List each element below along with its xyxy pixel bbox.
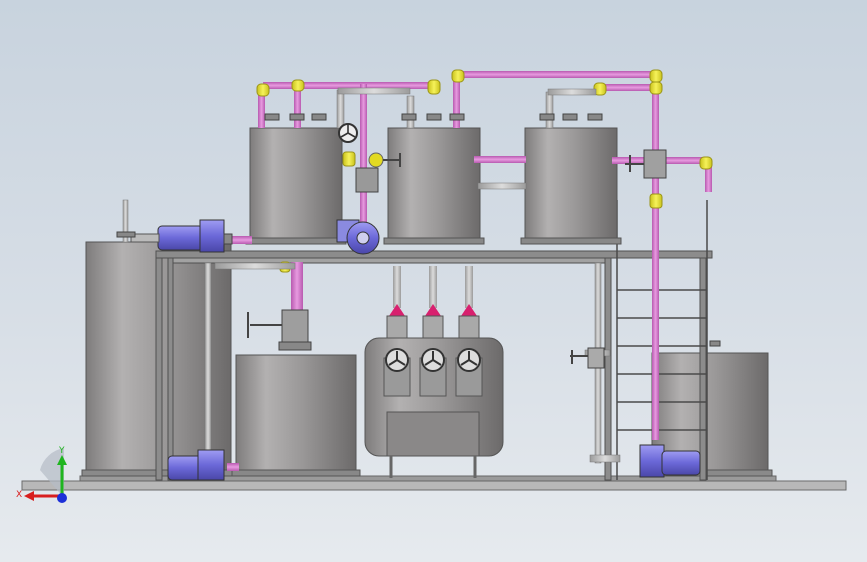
base-skid[interactable] bbox=[21, 475, 847, 491]
lower-tank[interactable] bbox=[231, 354, 361, 477]
cad-viewport[interactable]: Y X bbox=[0, 0, 867, 562]
z-axis-dot bbox=[57, 493, 67, 503]
gate-valve-lower[interactable] bbox=[247, 309, 312, 351]
filter-nozzle-2[interactable] bbox=[419, 266, 447, 397]
coordinate-triad: Y X bbox=[16, 446, 67, 503]
gate-valve-upper[interactable] bbox=[338, 123, 358, 143]
centrifugal-blower[interactable] bbox=[336, 219, 380, 255]
y-axis-label: Y bbox=[58, 446, 65, 456]
ball-valve-right[interactable] bbox=[625, 149, 667, 179]
filter-nozzle-1[interactable] bbox=[383, 266, 411, 397]
upper-tank-1[interactable] bbox=[245, 127, 347, 245]
model-drawing: Y X bbox=[16, 69, 847, 503]
filter-nozzle-3[interactable] bbox=[455, 266, 483, 397]
upper-tank-2[interactable] bbox=[383, 127, 485, 245]
upper-tank-3[interactable] bbox=[520, 127, 622, 245]
x-axis-label: X bbox=[16, 490, 22, 500]
